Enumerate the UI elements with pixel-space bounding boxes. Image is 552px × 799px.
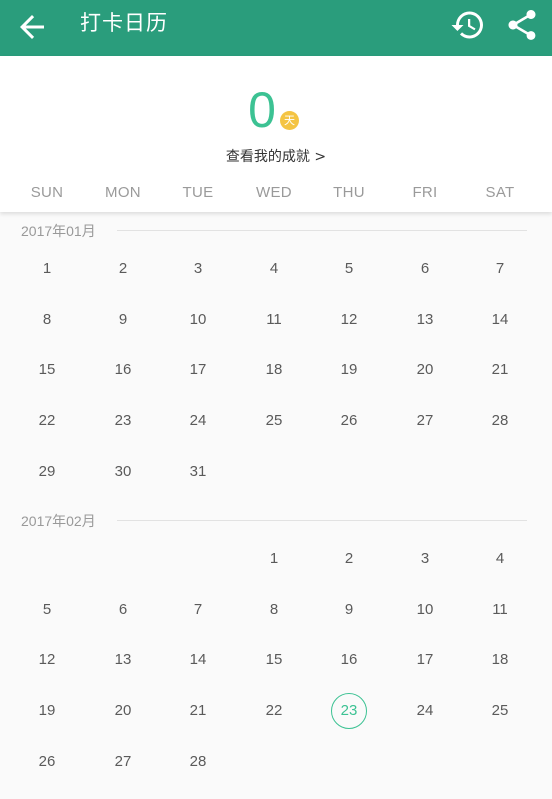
calendar-day[interactable]: 20 <box>101 691 145 731</box>
calendar-day[interactable]: 6 <box>101 590 145 630</box>
calendar-day[interactable]: 22 <box>25 401 69 441</box>
view-achievements-link[interactable]: 查看我的成就 > <box>0 146 552 166</box>
calendar-day[interactable]: 5 <box>327 249 371 289</box>
calendar-day[interactable]: 27 <box>403 401 447 441</box>
weekday-sun: SUN <box>30 184 64 201</box>
calendar-day[interactable]: 21 <box>176 691 220 731</box>
calendar-day[interactable]: 9 <box>101 300 145 340</box>
calendar-day[interactable]: 7 <box>176 590 220 630</box>
calendar-day[interactable]: 29 <box>25 452 69 492</box>
calendar-day[interactable]: 2 <box>327 539 371 579</box>
calendar-day[interactable]: 18 <box>478 640 522 680</box>
arrow-back-icon <box>20 15 44 39</box>
calendar-day[interactable]: 14 <box>176 640 220 680</box>
calendar-day[interactable]: 24 <box>403 691 447 731</box>
calendar-list[interactable]: 2017年01月 1 2 3 4 5 6 7 8 9 10 11 12 13 14 15 16 17 18 19 20 2… <box>0 212 552 799</box>
calendar-day[interactable]: 10 <box>403 590 447 630</box>
calendar-day[interactable]: 15 <box>252 640 296 680</box>
calendar-day[interactable]: 24 <box>176 401 220 441</box>
calendar-day[interactable]: 11 <box>252 300 296 340</box>
calendar-day[interactable]: 16 <box>327 640 371 680</box>
calendar-day[interactable]: 16 <box>101 350 145 390</box>
history-button[interactable] <box>450 7 486 43</box>
month-divider <box>117 230 527 231</box>
calendar-day[interactable]: 28 <box>478 401 522 441</box>
calendar-day[interactable]: 1 <box>25 249 69 289</box>
calendar-day[interactable]: 5 <box>25 590 69 630</box>
calendar-day[interactable]: 27 <box>101 742 145 782</box>
calendar-day[interactable]: 7 <box>478 249 522 289</box>
calendar-day[interactable]: 12 <box>25 640 69 680</box>
app-bar: 打卡日历 <box>0 0 552 56</box>
weekday-mon: MON <box>105 184 141 201</box>
calendar-day[interactable]: 19 <box>327 350 371 390</box>
calendar-day-today[interactable]: 23 <box>327 691 371 731</box>
weekday-tue: TUE <box>182 184 214 201</box>
calendar-day[interactable]: 23 <box>101 401 145 441</box>
month-label: 2017年01月 <box>21 223 96 239</box>
calendar-day[interactable]: 22 <box>252 691 296 731</box>
calendar-day[interactable]: 4 <box>478 539 522 579</box>
calendar-day[interactable]: 26 <box>327 401 371 441</box>
checkin-days-count: 0 <box>248 82 276 138</box>
calendar-day[interactable]: 15 <box>25 350 69 390</box>
calendar-day[interactable]: 25 <box>252 401 296 441</box>
calendar-day[interactable]: 1 <box>252 539 296 579</box>
calendar-day[interactable]: 28 <box>176 742 220 782</box>
day-unit-badge: 天 <box>280 111 299 130</box>
history-icon <box>451 11 483 39</box>
summary-panel: 0 天 查看我的成就 > SUN MON TUE WED THU FRI SAT <box>0 56 552 212</box>
calendar-day[interactable]: 13 <box>101 640 145 680</box>
calendar-day[interactable]: 11 <box>478 590 522 630</box>
calendar-day[interactable]: 30 <box>101 452 145 492</box>
weekday-wed: WED <box>256 184 292 201</box>
month-divider <box>117 520 527 521</box>
calendar-day[interactable]: 31 <box>176 452 220 492</box>
weekday-header: SUN MON TUE WED THU FRI SAT <box>0 184 552 204</box>
share-icon <box>508 10 536 40</box>
calendar-day[interactable]: 19 <box>25 691 69 731</box>
share-button[interactable] <box>504 7 540 43</box>
page-title: 打卡日历 <box>80 11 168 35</box>
calendar-day[interactable]: 8 <box>25 300 69 340</box>
weekday-sat: SAT <box>485 184 515 201</box>
calendar-day[interactable]: 18 <box>252 350 296 390</box>
calendar-day[interactable]: 25 <box>478 691 522 731</box>
calendar-day[interactable]: 26 <box>25 742 69 782</box>
calendar-day[interactable]: 14 <box>478 300 522 340</box>
calendar-day[interactable]: 17 <box>403 640 447 680</box>
calendar-day[interactable]: 9 <box>327 590 371 630</box>
calendar-day[interactable]: 13 <box>403 300 447 340</box>
calendar-day[interactable]: 10 <box>176 300 220 340</box>
weekday-thu: THU <box>333 184 365 201</box>
calendar-day[interactable]: 12 <box>327 300 371 340</box>
calendar-day[interactable]: 3 <box>176 249 220 289</box>
month-label: 2017年02月 <box>21 513 96 529</box>
calendar-day[interactable]: 21 <box>478 350 522 390</box>
weekday-fri: FRI <box>412 184 438 201</box>
back-button[interactable] <box>14 9 50 45</box>
calendar-day[interactable]: 20 <box>403 350 447 390</box>
calendar-day[interactable]: 3 <box>403 539 447 579</box>
calendar-day[interactable]: 17 <box>176 350 220 390</box>
calendar-day[interactable]: 2 <box>101 249 145 289</box>
calendar-day[interactable]: 8 <box>252 590 296 630</box>
calendar-day[interactable]: 6 <box>403 249 447 289</box>
calendar-day[interactable]: 4 <box>252 249 296 289</box>
